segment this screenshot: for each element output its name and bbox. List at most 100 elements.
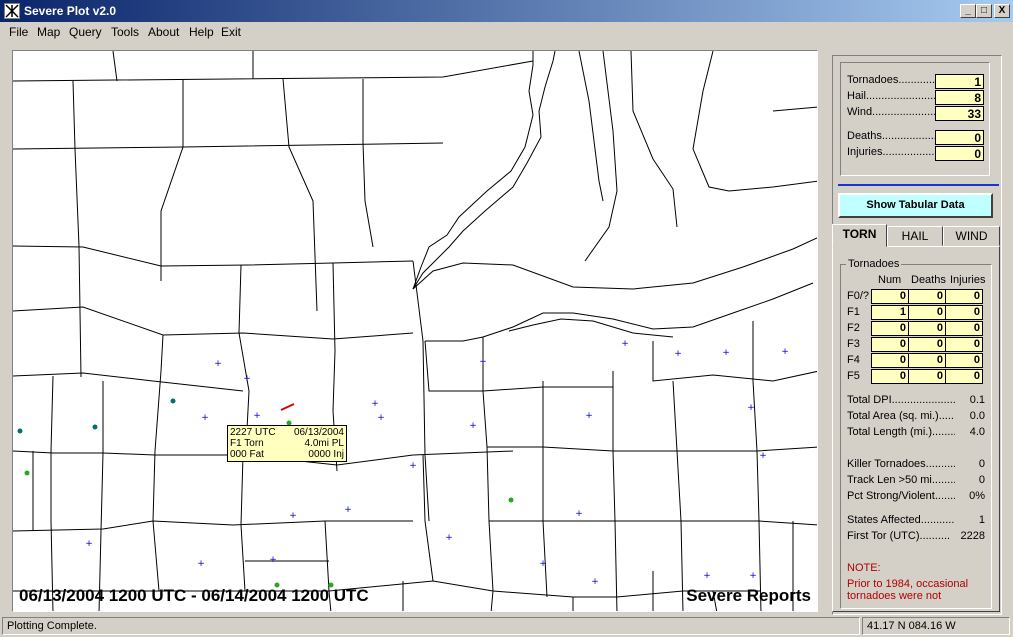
fscale-injuries-cell: 0 (945, 289, 983, 304)
fscale-num-cell: 0 (871, 353, 909, 368)
hail-report-marker[interactable] (170, 398, 176, 404)
wind-report-marker[interactable]: + (253, 411, 261, 421)
wind-report-marker[interactable]: + (539, 559, 547, 569)
fscale-num-cell: 0 (871, 369, 909, 384)
tornado-track[interactable] (280, 403, 295, 411)
tab-torn[interactable]: TORN (832, 224, 887, 247)
stat-value: 4.0 (969, 426, 985, 438)
wind-report-marker[interactable]: + (85, 539, 93, 549)
wind-report-marker[interactable]: + (479, 357, 487, 367)
fscale-row-label: F1 (847, 306, 860, 318)
stat-label: Track Len >50 mi......... (847, 474, 955, 486)
menu-tools[interactable]: Tools (111, 25, 139, 39)
popup-time: 2227 UTC (230, 427, 276, 438)
menu-file[interactable]: File (9, 25, 28, 39)
stat-value: 0.1 (969, 394, 985, 406)
minimize-button[interactable]: _ (960, 4, 976, 18)
wind-report-marker[interactable]: + (759, 451, 767, 461)
wind-report-marker[interactable]: + (575, 509, 583, 519)
fscale-row-label: F4 (847, 354, 860, 366)
wind-report-marker[interactable]: + (591, 577, 599, 587)
wind-report-marker[interactable]: + (674, 349, 682, 359)
hail-report-marker[interactable] (24, 470, 30, 476)
report-popup: 2227 UTC 06/13/2004 F1 Torn 4.0mi PL 000… (227, 425, 347, 462)
stat-label: Pct Strong/Violent....... (847, 490, 955, 502)
injuries-count: 0 (935, 146, 984, 161)
wind-report-marker[interactable]: + (585, 411, 593, 421)
tornadoes-label: Tornadoes............. (847, 74, 939, 86)
popup-injuries: 0000 Inj (308, 449, 344, 460)
wind-report-marker[interactable]: + (371, 399, 379, 409)
note-text: Prior to 1984, occasional tornadoes were… (847, 578, 969, 602)
stat-value: 0.0 (969, 410, 985, 422)
injuries-label: Injuries................... (847, 146, 939, 158)
map-type-caption: Severe Reports (686, 586, 811, 605)
status-bar: Plotting Complete. 41.17 N 084.16 W (0, 615, 1013, 637)
stat-value: 1 (978, 514, 985, 526)
status-coordinates: 41.17 N 084.16 W (862, 617, 1010, 635)
wind-report-marker[interactable]: + (781, 347, 789, 357)
show-tabular-data-button[interactable]: Show Tabular Data (838, 193, 993, 218)
wind-report-marker[interactable]: + (409, 461, 417, 471)
date-range-caption: 06/13/2004 1200 UTC - 06/14/2004 1200 UT… (19, 586, 369, 605)
col-header-injuries: Injuries (950, 274, 986, 286)
wind-report-marker[interactable]: + (377, 413, 385, 423)
menu-bar: File Map Query Tools About Help Exit (0, 22, 1013, 42)
popup-fatalities: 000 Fat (230, 449, 264, 460)
stat-value: 2228 (960, 530, 985, 542)
menu-about[interactable]: About (148, 25, 179, 39)
menu-query[interactable]: Query (69, 25, 102, 39)
menu-map[interactable]: Map (37, 25, 60, 39)
wind-report-marker[interactable]: + (621, 339, 629, 349)
fscale-num-cell: 1 (871, 305, 909, 320)
stat-label: States Affected............ (847, 514, 955, 526)
wind-report-marker[interactable]: + (197, 559, 205, 569)
hail-label: Hail........................ (847, 90, 939, 102)
hail-count: 8 (935, 90, 984, 105)
wind-report-marker[interactable]: + (344, 505, 352, 515)
fscale-deaths-cell: 0 (908, 289, 946, 304)
close-button[interactable]: X (994, 4, 1010, 18)
col-header-deaths: Deaths (911, 274, 946, 286)
wind-report-marker[interactable]: + (469, 421, 477, 431)
deaths-label: Deaths.................... (847, 130, 939, 142)
fscale-deaths-cell: 0 (908, 337, 946, 352)
wind-report-marker[interactable]: + (214, 359, 222, 369)
wind-report-marker[interactable]: + (243, 374, 251, 384)
wind-report-marker[interactable]: + (269, 555, 277, 565)
popup-length: 4.0mi PL (304, 438, 344, 449)
wind-report-marker[interactable]: + (703, 571, 711, 581)
stat-value: 0 (978, 458, 985, 470)
wind-report-marker[interactable]: + (747, 403, 755, 413)
wind-report-marker[interactable]: + (722, 348, 730, 358)
col-header-num: Num (878, 274, 902, 286)
status-message: Plotting Complete. (2, 617, 860, 635)
wind-count: 33 (935, 106, 984, 121)
fscale-injuries-cell: 0 (945, 353, 983, 368)
fscale-deaths-cell: 0 (908, 369, 946, 384)
tab-hail[interactable]: HAIL (887, 226, 943, 246)
wind-report-marker[interactable]: + (445, 533, 453, 543)
wind-report-marker[interactable]: + (749, 571, 757, 581)
menu-exit[interactable]: Exit (221, 25, 241, 39)
hail-report-marker[interactable] (92, 424, 98, 430)
hail-report-marker[interactable] (508, 497, 514, 503)
fscale-injuries-cell: 0 (945, 337, 983, 352)
stat-label: Total Area (sq. mi.)......... (847, 410, 955, 422)
wind-report-marker[interactable]: + (289, 511, 297, 521)
wind-report-marker[interactable]: + (201, 413, 209, 423)
stat-value: 0 (978, 474, 985, 486)
hail-report-marker[interactable] (17, 428, 23, 434)
map-canvas[interactable]: + + + + + + + + + + + + + + + + + + + + + + + + + + + 2227 UTC 06/… (12, 50, 818, 612)
county-map[interactable]: + + + + + + + + + + + + + + + + + + + + + + + + + + + (13, 51, 818, 612)
stat-label: Killer Tornadoes.......... (847, 458, 955, 470)
fscale-row-label: F2 (847, 322, 860, 334)
app-icon[interactable] (4, 3, 20, 19)
menu-help[interactable]: Help (189, 25, 214, 39)
fscale-deaths-cell: 0 (908, 321, 946, 336)
stat-label: Total Length (mi.)......... (847, 426, 955, 438)
maximize-button[interactable]: □ (976, 4, 992, 18)
fscale-row-label: F5 (847, 370, 860, 382)
tab-wind[interactable]: WIND (943, 226, 1000, 246)
stat-value: 0% (969, 490, 985, 502)
